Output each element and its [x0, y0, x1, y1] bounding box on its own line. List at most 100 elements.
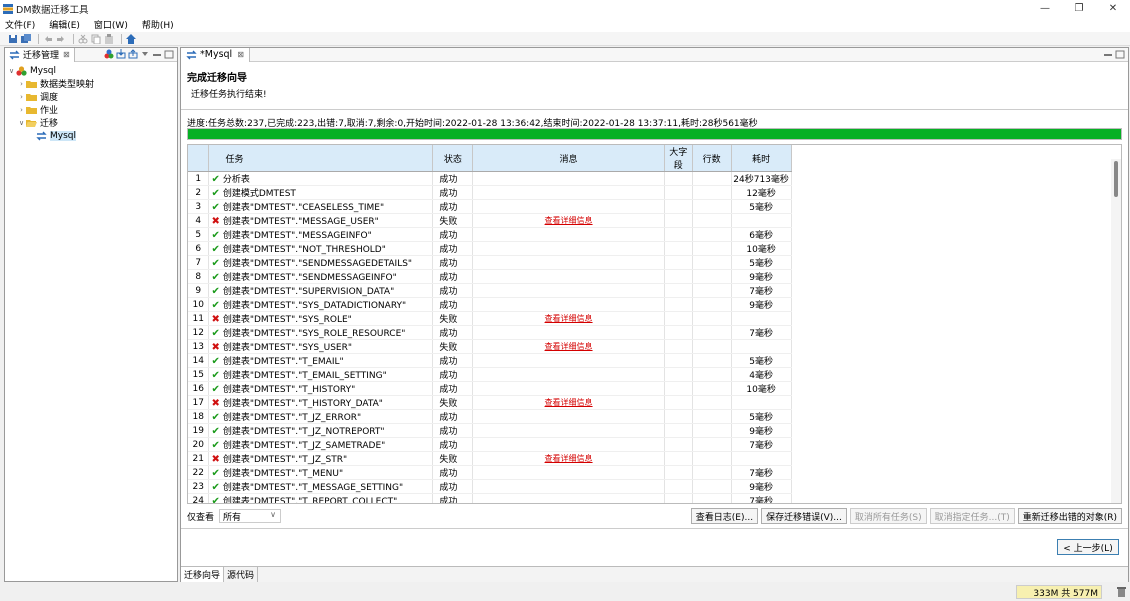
tree-node-type-mapping[interactable]: › 数据类型映射: [5, 77, 177, 91]
filter-select[interactable]: 所有 ∨: [219, 509, 282, 523]
table-row[interactable]: 12 ✔ 创建表"DMTEST"."SYS_ROLE_RESOURCE" 成功 7毫秒: [188, 325, 1121, 340]
menu-window[interactable]: 窗口(W): [94, 18, 128, 31]
tree-node-mysql[interactable]: ∨ Mysql: [5, 64, 177, 77]
table-row[interactable]: 13 ✖ 创建表"DMTEST"."SYS_USER" 失败 查看详细信息: [188, 339, 1121, 354]
table-row[interactable]: 1 ✔ 分析表 成功 24秒713毫秒: [188, 171, 1121, 186]
save-all-icon[interactable]: [21, 33, 31, 44]
undo-icon[interactable]: [43, 34, 53, 44]
collapse-icon[interactable]: ∨: [7, 67, 16, 75]
maximize-panel-icon[interactable]: [164, 49, 174, 59]
import-icon[interactable]: [116, 49, 126, 59]
export-icon[interactable]: [128, 49, 138, 59]
status-cell: 失败: [432, 395, 474, 410]
close-tab-icon[interactable]: ⊠: [63, 50, 70, 59]
menu-help[interactable]: 帮助(H): [142, 18, 174, 31]
close-tab-icon[interactable]: ⊠: [237, 50, 244, 59]
view-details-link[interactable]: 查看详细信息: [545, 398, 593, 407]
cut-icon[interactable]: [78, 34, 88, 44]
menu-edit[interactable]: 编辑(E): [49, 18, 80, 31]
table-row[interactable]: 8 ✔ 创建表"DMTEST"."SENDMESSAGEINFO" 成功 9毫秒: [188, 269, 1121, 284]
collapse-icon[interactable]: ∨: [17, 119, 26, 127]
tree-node-migration[interactable]: ∨ 迁移: [5, 116, 177, 130]
table-row[interactable]: 10 ✔ 创建表"DMTEST"."SYS_DATADICTIONARY" 成功 9毫秒: [188, 297, 1121, 312]
view-details-link[interactable]: 查看详细信息: [545, 342, 593, 351]
column-header-task[interactable]: 任务: [208, 145, 434, 172]
tree-node-schedule[interactable]: › 调度: [5, 90, 177, 104]
cancel-all-tasks-button[interactable]: 取消所有任务(S): [849, 508, 927, 524]
remigrate-errors-button[interactable]: 重新迁移出错的对象(R): [1017, 508, 1122, 524]
table-row[interactable]: 15 ✔ 创建表"DMTEST"."T_EMAIL_SETTING" 成功 4毫秒: [188, 367, 1121, 382]
filler-cell: [791, 256, 1121, 270]
lob-cell: [664, 423, 693, 438]
table-row[interactable]: 11 ✖ 创建表"DMTEST"."SYS_ROLE" 失败 查看详细信息: [188, 311, 1121, 326]
back-button[interactable]: < 上一步(L): [1057, 539, 1119, 555]
db-connect-icon[interactable]: [104, 49, 114, 59]
redo-icon[interactable]: [56, 34, 66, 44]
expand-icon[interactable]: ›: [17, 106, 26, 114]
table-row[interactable]: 21 ✖ 创建表"DMTEST"."T_JZ_STR" 失败 查看详细信息: [188, 451, 1121, 466]
tab-migration-manager[interactable]: 迁移管理 ⊠: [5, 47, 75, 62]
table-row[interactable]: 14 ✔ 创建表"DMTEST"."T_EMAIL" 成功 5毫秒: [188, 353, 1121, 368]
table-row[interactable]: 7 ✔ 创建表"DMTEST"."SENDMESSAGEDETAILS" 成功 5毫秒: [188, 255, 1121, 270]
save-icon[interactable]: [8, 34, 18, 44]
tree-node-mysql-migration[interactable]: Mysql: [5, 129, 177, 142]
cancel-selected-task-button[interactable]: 取消指定任务...(T): [929, 508, 1015, 524]
copy-icon[interactable]: [91, 34, 101, 44]
tab-source[interactable]: 源代码: [224, 567, 259, 582]
view-menu-icon[interactable]: [140, 49, 150, 59]
task-name: 创建表"DMTEST"."T_EMAIL": [222, 357, 344, 367]
close-button[interactable]: ✕: [1096, 0, 1130, 17]
tab-mysql[interactable]: *Mysql ⊠: [181, 47, 250, 62]
table-row[interactable]: 22 ✔ 创建表"DMTEST"."T_MENU" 成功 7毫秒: [188, 465, 1121, 480]
maximize-panel-icon[interactable]: [1115, 49, 1125, 59]
expand-icon[interactable]: ›: [17, 93, 26, 101]
column-header-message[interactable]: 消息: [472, 145, 665, 172]
scrollbar-thumb[interactable]: [1114, 161, 1118, 197]
message-cell: [472, 353, 665, 368]
table-row[interactable]: 23 ✔ 创建表"DMTEST"."T_MESSAGE_SETTING" 成功 9毫秒: [188, 479, 1121, 494]
view-details-link[interactable]: 查看详细信息: [545, 216, 593, 225]
time-cell: 7毫秒: [731, 437, 792, 452]
view-details-link[interactable]: 查看详细信息: [545, 314, 593, 323]
rows-cell: [692, 325, 732, 340]
time-cell: [731, 311, 792, 326]
garbage-collect-icon[interactable]: [1117, 587, 1126, 597]
home-icon[interactable]: [126, 33, 136, 44]
task-cell: ✔ 创建表"DMTEST"."NOT_THRESHOLD": [208, 241, 434, 256]
table-row[interactable]: 24 ✔ 创建表"DMTEST"."T_REPORT_COLLECT" 成功 7毫秒: [188, 493, 1121, 503]
table-row[interactable]: 18 ✔ 创建表"DMTEST"."T_JZ_ERROR" 成功 5毫秒: [188, 409, 1121, 424]
column-header-lob[interactable]: 大字段: [664, 145, 693, 172]
view-details-link[interactable]: 查看详细信息: [545, 454, 593, 463]
success-check-icon: ✔: [211, 328, 220, 339]
column-header-status[interactable]: 状态: [432, 145, 474, 172]
table-row[interactable]: 6 ✔ 创建表"DMTEST"."NOT_THRESHOLD" 成功 10毫秒: [188, 241, 1121, 256]
minimize-panel-icon[interactable]: [152, 49, 162, 59]
paste-icon[interactable]: [104, 33, 114, 44]
table-row[interactable]: 9 ✔ 创建表"DMTEST"."SUPERVISION_DATA" 成功 7毫秒: [188, 283, 1121, 298]
tab-wizard[interactable]: 迁移向导: [181, 567, 225, 582]
table-row[interactable]: 5 ✔ 创建表"DMTEST"."MESSAGEINFO" 成功 6毫秒: [188, 227, 1121, 242]
table-row[interactable]: 3 ✔ 创建表"DMTEST"."CEASELESS_TIME" 成功 5毫秒: [188, 199, 1121, 214]
minimize-panel-icon[interactable]: [1103, 49, 1113, 59]
status-bar: [0, 583, 1130, 601]
vertical-scrollbar[interactable]: [1111, 159, 1121, 503]
table-row[interactable]: 2 ✔ 创建模式DMTEST 成功 12毫秒: [188, 185, 1121, 200]
table-row[interactable]: 4 ✖ 创建表"DMTEST"."MESSAGE_USER" 失败 查看详细信息: [188, 213, 1121, 228]
minimize-button[interactable]: —: [1028, 0, 1062, 17]
menu-file[interactable]: 文件(F): [5, 18, 35, 31]
column-header-time[interactable]: 耗时: [731, 145, 792, 172]
rows-cell: [692, 297, 732, 312]
column-header-rows[interactable]: 行数: [692, 145, 732, 172]
error-x-icon: ✖: [211, 314, 220, 325]
restore-button[interactable]: ❐: [1062, 0, 1096, 17]
tree-node-jobs[interactable]: › 作业: [5, 103, 177, 117]
view-log-button[interactable]: 查看日志(E)...: [690, 508, 759, 524]
table-row[interactable]: 20 ✔ 创建表"DMTEST"."T_JZ_SAMETRADE" 成功 7毫秒: [188, 437, 1121, 452]
task-name: 创建表"DMTEST"."T_JZ_ERROR": [222, 413, 362, 423]
table-row[interactable]: 19 ✔ 创建表"DMTEST"."T_JZ_NOTREPORT" 成功 9毫秒: [188, 423, 1121, 438]
table-row[interactable]: 16 ✔ 创建表"DMTEST"."T_HISTORY" 成功 10毫秒: [188, 381, 1121, 396]
table-row[interactable]: 17 ✖ 创建表"DMTEST"."T_HISTORY_DATA" 失败 查看详细信息: [188, 395, 1121, 410]
expand-icon[interactable]: ›: [17, 80, 26, 88]
save-errors-button[interactable]: 保存迁移错误(V)...: [761, 508, 847, 524]
status-cell: 成功: [432, 493, 474, 503]
